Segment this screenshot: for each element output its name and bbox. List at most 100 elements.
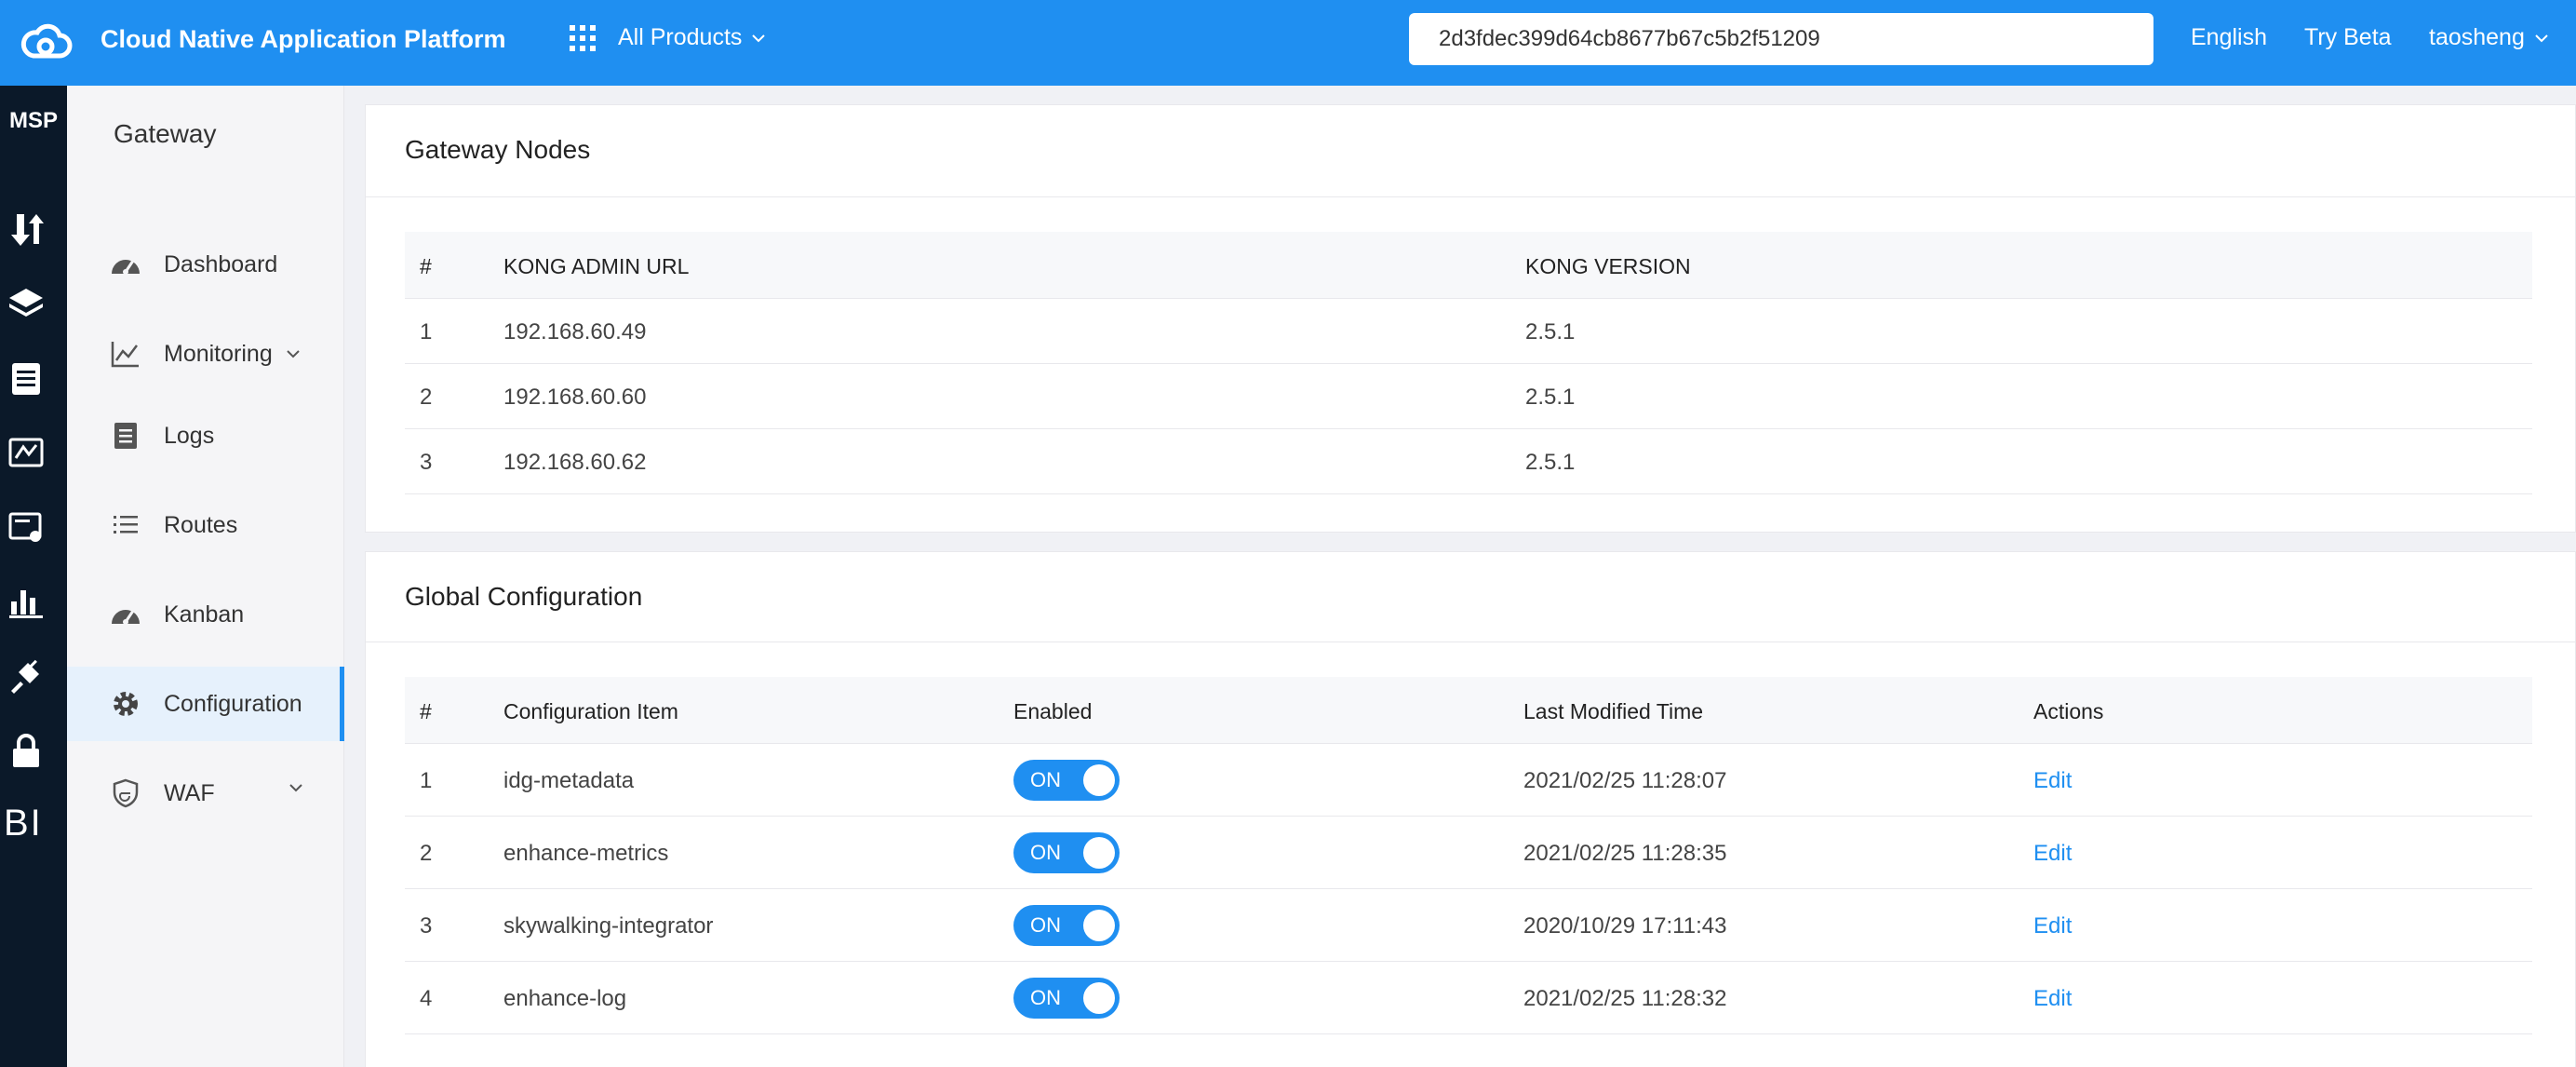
- column-header: Enabled: [1013, 699, 1093, 723]
- gateway-nodes-table: # KONG ADMIN URL KONG VERSION 1 192.168.…: [405, 232, 2532, 494]
- table-row: 4 enhance-log ON 2021/02/25 11:28:32 Edi…: [405, 962, 2532, 1034]
- language-switch[interactable]: English: [2191, 24, 2267, 51]
- app-title[interactable]: Cloud Native Application Platform: [101, 25, 506, 54]
- global-config-table: # Configuration Item Enabled Last Modifi…: [405, 677, 2532, 1034]
- all-products-label: All Products: [618, 24, 743, 50]
- kong-version: 2.5.1: [1525, 450, 1576, 475]
- sidebar-item-configuration[interactable]: Configuration: [67, 667, 344, 741]
- sidebar-item-waf[interactable]: WAF: [67, 756, 344, 831]
- toggle-label: ON: [1030, 913, 1061, 937]
- search-input[interactable]: 2d3fdec399d64cb8677b67c5b2f51209: [1409, 13, 2153, 65]
- row-index: 1: [420, 319, 433, 344]
- toggle-label: ON: [1030, 986, 1061, 1009]
- config-item-name: enhance-log: [503, 986, 627, 1011]
- sidebar-item-kanban[interactable]: Kanban: [67, 577, 344, 652]
- gear-icon: [110, 688, 141, 720]
- clipboard-icon[interactable]: [7, 359, 45, 397]
- sidebar-item-label: Routes: [164, 511, 238, 538]
- toggle-label: ON: [1030, 768, 1061, 791]
- sidebar-title: Gateway: [114, 119, 217, 148]
- global-config-title: Global Configuration: [405, 582, 643, 611]
- toggle-knob: [1083, 982, 1115, 1014]
- column-header: #: [420, 254, 432, 278]
- sidebar-item-label: Logs: [164, 422, 215, 449]
- try-beta-link[interactable]: Try Beta: [2304, 24, 2392, 51]
- bar-chart-icon[interactable]: [7, 583, 45, 620]
- sidebar-item-dashboard[interactable]: Dashboard: [67, 227, 344, 302]
- chevron-down-icon: [752, 34, 766, 42]
- chevron-down-icon: [287, 350, 300, 358]
- sidebar-item-label: WAF: [164, 779, 215, 806]
- row-index: 3: [420, 913, 433, 939]
- plug-icon[interactable]: [7, 657, 45, 695]
- sidebar: Gateway Dashboard Monitoring Logs Routes…: [67, 86, 344, 1067]
- toggle-knob: [1083, 910, 1115, 941]
- kanban-icon: [110, 599, 141, 630]
- last-modified-time: 2021/02/25 11:28:07: [1523, 768, 1727, 793]
- layers-icon[interactable]: [7, 285, 45, 322]
- kong-version: 2.5.1: [1525, 319, 1576, 344]
- table-row: 1 192.168.60.49 2.5.1: [405, 299, 2532, 364]
- sidebar-item-logs[interactable]: Logs: [67, 398, 344, 473]
- gateway-nodes-title: Gateway Nodes: [405, 135, 591, 164]
- enabled-toggle[interactable]: ON: [1013, 978, 1120, 1019]
- edit-link[interactable]: Edit: [2033, 986, 2072, 1012]
- certificate-icon[interactable]: [7, 508, 45, 546]
- rail-bi-label[interactable]: BI: [4, 803, 43, 844]
- column-header: KONG ADMIN URL: [503, 254, 690, 278]
- enabled-toggle[interactable]: ON: [1013, 760, 1120, 801]
- edit-link[interactable]: Edit: [2033, 913, 2072, 939]
- sidebar-item-label: Configuration: [164, 690, 302, 717]
- last-modified-time: 2021/02/25 11:28:32: [1523, 986, 1727, 1011]
- sidebar-item-label: Dashboard: [164, 250, 278, 277]
- table-row: 2 enhance-metrics ON 2021/02/25 11:28:35…: [405, 817, 2532, 889]
- kong-version: 2.5.1: [1525, 385, 1576, 410]
- table-row: 3 skywalking-integrator ON 2020/10/29 17…: [405, 889, 2532, 962]
- kong-admin-url: 192.168.60.62: [503, 450, 647, 475]
- card-divider: [366, 196, 2575, 197]
- edit-link[interactable]: Edit: [2033, 768, 2072, 794]
- enabled-toggle[interactable]: ON: [1013, 832, 1120, 873]
- edit-link[interactable]: Edit: [2033, 841, 2072, 867]
- chevron-down-icon: [2535, 34, 2548, 42]
- line-chart-icon: [110, 338, 141, 370]
- grid-icon[interactable]: [570, 25, 596, 51]
- sidebar-item-monitoring[interactable]: Monitoring: [67, 317, 344, 391]
- column-header: KONG VERSION: [1525, 254, 1691, 278]
- row-index: 2: [420, 385, 433, 410]
- cloud-logo-icon[interactable]: [17, 15, 74, 71]
- config-item-name: skywalking-integrator: [503, 913, 714, 939]
- list-icon: [110, 509, 141, 541]
- enabled-toggle[interactable]: ON: [1013, 905, 1120, 946]
- global-config-card: Global Configuration # Configuration Ite…: [365, 551, 2576, 1067]
- toggle-knob: [1083, 764, 1115, 796]
- sidebar-item-routes[interactable]: Routes: [67, 488, 344, 562]
- app-rail: MSP BI: [0, 86, 67, 1067]
- lock-icon[interactable]: [7, 732, 45, 769]
- monitor-icon[interactable]: [7, 434, 45, 471]
- chevron-down-icon: [289, 784, 302, 792]
- user-menu[interactable]: taosheng: [2429, 24, 2549, 51]
- config-item-name: idg-metadata: [503, 768, 635, 793]
- kong-admin-url: 192.168.60.49: [503, 319, 647, 344]
- table-row: 1 idg-metadata ON 2021/02/25 11:28:07 Ed…: [405, 744, 2532, 817]
- sidebar-item-label: Kanban: [164, 601, 245, 628]
- sidebar-item-label: Monitoring: [164, 340, 273, 367]
- toggle-knob: [1083, 837, 1115, 869]
- last-modified-time: 2020/10/29 17:11:43: [1523, 913, 1727, 939]
- all-products-dropdown[interactable]: All Products: [618, 24, 766, 51]
- logs-icon: [110, 420, 141, 452]
- rail-msp-label[interactable]: MSP: [0, 108, 67, 134]
- column-header: #: [420, 699, 432, 723]
- upload-download-icon[interactable]: [7, 210, 45, 248]
- top-bar: Cloud Native Application Platform All Pr…: [0, 0, 2576, 86]
- table-row: 2 192.168.60.60 2.5.1: [405, 364, 2532, 429]
- row-index: 3: [420, 450, 433, 475]
- row-index: 2: [420, 841, 433, 866]
- table-row: 3 192.168.60.62 2.5.1: [405, 429, 2532, 494]
- row-index: 4: [420, 986, 433, 1011]
- shield-icon: [110, 777, 141, 809]
- column-header: Configuration Item: [503, 699, 678, 723]
- dashboard-icon: [110, 249, 141, 280]
- column-header: Last Modified Time: [1523, 699, 1704, 723]
